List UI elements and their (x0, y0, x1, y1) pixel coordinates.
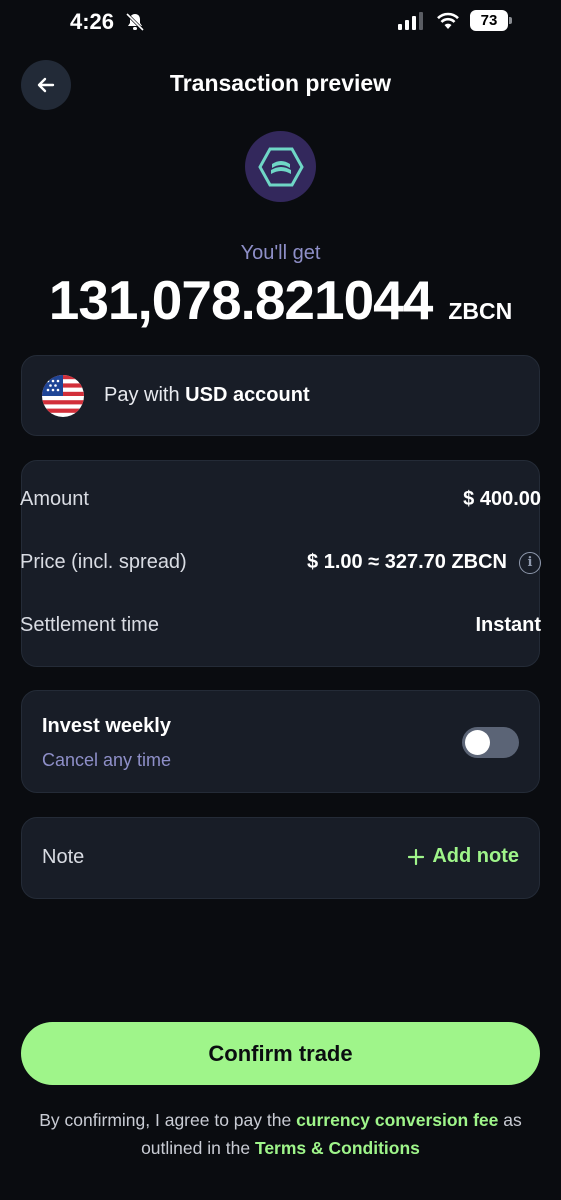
detail-value: $ 400.00 (463, 488, 541, 510)
receive-amount-row: 131,078.821044 ZBCN (0, 268, 561, 332)
invest-weekly-title: Invest weekly (42, 715, 171, 737)
pay-with-account: USD account (185, 384, 310, 406)
battery-indicator: 73 (470, 10, 508, 31)
disclaimer-text-1: By confirming, I agree to pay the (39, 1110, 292, 1130)
invest-weekly-toggle[interactable] (462, 727, 519, 758)
status-bar: 4:26 73 (0, 0, 561, 44)
zbcn-coin-icon (245, 131, 316, 202)
wifi-icon (437, 12, 459, 29)
bell-muted-icon (125, 12, 145, 32)
battery-tip (509, 17, 512, 24)
detail-value: $ 1.00 ≈ 327.70 ZBCN (307, 551, 507, 573)
confirm-trade-button[interactable]: Confirm trade (21, 1022, 540, 1085)
price-value-wrap: $ 1.00 ≈ 327.70 ZBCN i (307, 551, 541, 574)
plus-icon (408, 848, 425, 865)
terms-conditions-link[interactable]: Terms & Conditions (255, 1138, 420, 1158)
invest-weekly-subtitle: Cancel any time (42, 750, 172, 770)
detail-row-settlement: Settlement time Instant (20, 614, 541, 637)
currency-conversion-fee-link[interactable]: currency conversion fee (296, 1110, 498, 1130)
status-time: 4:26 (70, 9, 115, 34)
detail-row-price: Price (incl. spread) $ 1.00 ≈ 327.70 ZBC… (20, 551, 541, 574)
info-icon[interactable]: i (519, 551, 541, 574)
disclaimer: By confirming, I agree to pay the curren… (20, 1106, 541, 1162)
pay-with-card[interactable]: Pay with USD account (21, 355, 540, 436)
toggle-knob (465, 730, 490, 755)
add-note-button[interactable]: Add note (408, 845, 519, 868)
detail-label: Price (incl. spread) (20, 551, 187, 573)
detail-row-amount: Amount $ 400.00 (20, 488, 541, 511)
add-note-label: Add note (432, 845, 519, 867)
detail-value: Instant (475, 614, 541, 636)
pay-with-text: Pay with USD account (104, 384, 310, 407)
detail-label: Amount (20, 488, 89, 510)
you-get-label: You'll get (240, 242, 321, 264)
pay-with-prefix: Pay with (104, 384, 180, 406)
receive-currency: ZBCN (448, 298, 513, 324)
detail-label: Settlement time (20, 614, 159, 636)
receive-amount: 131,078.821044 (48, 269, 434, 331)
note-label: Note (42, 846, 85, 868)
signal-icon (398, 12, 423, 30)
page-title: Transaction preview (169, 70, 392, 96)
us-flag-icon (42, 375, 84, 417)
